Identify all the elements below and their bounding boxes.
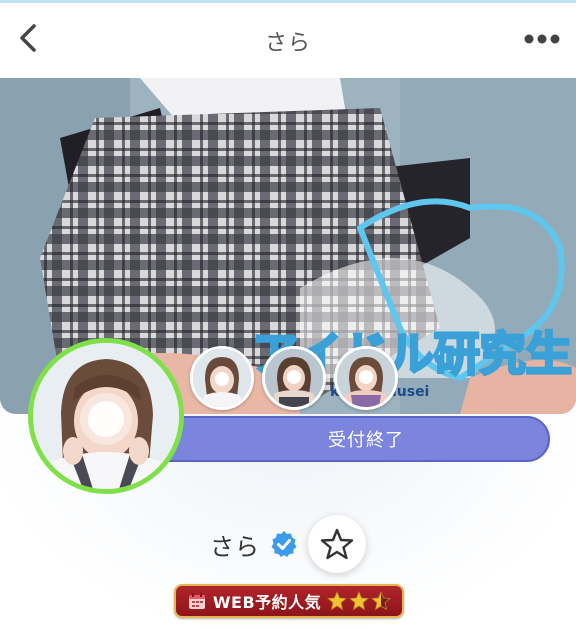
- verified-check-icon: [271, 531, 297, 557]
- calendar-icon: [188, 593, 205, 609]
- web-reservation-badge: WEB予約人気: [174, 584, 404, 618]
- star-outline-icon: [320, 528, 354, 560]
- app-header: さら: [0, 3, 576, 78]
- status-button[interactable]: 受付終了: [142, 416, 550, 462]
- thumbnail-photo: [265, 349, 323, 407]
- star-half-icon: [371, 591, 392, 611]
- thumbnail-list: [190, 346, 398, 410]
- avatar[interactable]: [28, 338, 184, 494]
- profile-name-row: さら: [0, 515, 576, 573]
- thumbnail-photo: [193, 349, 251, 407]
- thumbnail-item[interactable]: [334, 346, 398, 410]
- popularity-rating: [327, 591, 392, 611]
- more-dots-icon: [524, 34, 560, 44]
- thumbnail-item[interactable]: [190, 346, 254, 410]
- thumbnail-photo: [337, 349, 395, 407]
- profile-name: さら: [210, 532, 260, 561]
- star-full-icon: [349, 591, 370, 611]
- more-button[interactable]: [522, 29, 562, 49]
- page-title: さら: [264, 31, 311, 56]
- star-full-icon: [327, 591, 348, 611]
- badge-label: WEB予約人気: [212, 593, 322, 612]
- favorite-button[interactable]: [308, 515, 366, 573]
- status-label: 受付終了: [328, 430, 404, 451]
- avatar-photo: [33, 343, 179, 489]
- thumbnail-item[interactable]: [262, 346, 326, 410]
